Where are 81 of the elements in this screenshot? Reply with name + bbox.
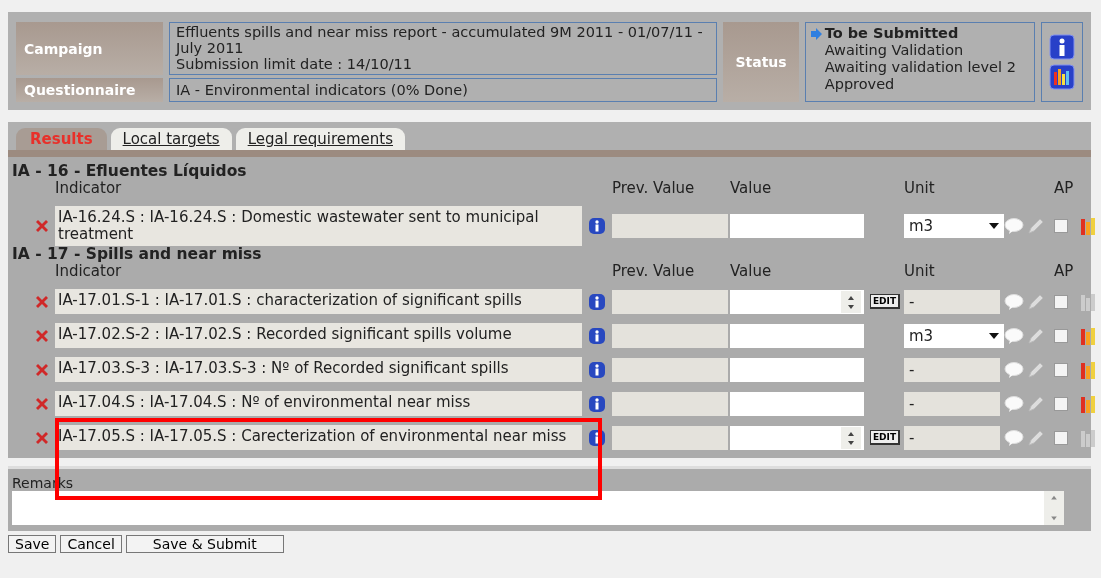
column-header: Indicator <box>55 263 123 280</box>
bar-chart-icon[interactable] <box>1080 216 1098 236</box>
indicator-name: IA-17.01.S-1 : IA-17.01.S : characterization of significant spills <box>55 289 582 314</box>
indicator-name: IA-17.03.S-3 : IA-17.03.S-3 : Nº of Recorded significant spills <box>55 357 582 382</box>
info-icon[interactable] <box>588 394 606 413</box>
info-icon[interactable] <box>588 292 606 311</box>
column-header: Unit <box>904 180 936 197</box>
info-icon[interactable] <box>1049 34 1076 60</box>
caret-icon <box>989 223 999 229</box>
value-field[interactable] <box>730 425 864 450</box>
section-title: IA - 17 - Spills and near miss <box>12 246 263 263</box>
tab[interactable]: Legal requirements <box>235 128 405 150</box>
pencil-icon[interactable] <box>1026 292 1046 311</box>
scrollbar-arrows-icon[interactable] <box>1044 491 1064 525</box>
bar-chart-icon[interactable] <box>1080 359 1098 380</box>
pencil-icon[interactable] <box>1026 326 1046 345</box>
speech-bubble-icon[interactable] <box>1004 292 1024 311</box>
indicator-name: IA-16.24.S : IA-16.24.S : Domestic wastewater sent to municipal treatment <box>55 206 582 246</box>
tab[interactable]: Local targets <box>110 128 232 150</box>
ap-checkbox[interactable] <box>1054 328 1068 343</box>
value-field[interactable] <box>730 323 864 348</box>
pencil-icon[interactable] <box>1026 428 1046 447</box>
info-icon[interactable] <box>588 217 606 235</box>
questionnaire-value: IA - Environmental indicators (0% Done) <box>169 78 718 102</box>
value-field[interactable] <box>730 391 864 416</box>
unit-value: m3 <box>909 326 934 345</box>
info-icon[interactable] <box>588 360 606 379</box>
column-header: AP <box>1054 263 1075 280</box>
value-field[interactable] <box>730 289 864 314</box>
speech-bubble-icon[interactable] <box>1004 394 1024 413</box>
status-option: Awaiting validation level 2 <box>824 59 1016 76</box>
caret-icon <box>989 332 999 339</box>
unit-field: - <box>904 425 1000 450</box>
speech-bubble-icon[interactable] <box>1004 360 1024 379</box>
ap-checkbox[interactable] <box>1054 362 1068 377</box>
value-field[interactable] <box>730 214 864 238</box>
bar-chart-icon[interactable] <box>1080 325 1098 346</box>
bar-chart-icon[interactable] <box>1080 393 1098 414</box>
section-title: IA - 16 - Efluentes Líquidos <box>12 163 248 180</box>
submission-limit-date: Submission limit date : 14/10/11 <box>176 56 413 72</box>
edit-button[interactable]: EDIT <box>869 294 901 309</box>
status-option: Approved <box>824 76 895 93</box>
column-header: Indicator <box>55 180 123 197</box>
pencil-icon[interactable] <box>1026 217 1046 235</box>
unit-field: - <box>904 357 1000 382</box>
column-header: Value <box>730 263 773 280</box>
speech-bubble-icon[interactable] <box>1004 217 1024 235</box>
form-button[interactable]: Cancel <box>60 535 122 553</box>
status-option: To be Submitted <box>824 25 959 42</box>
indicator-name: IA-17.02.S-2 : IA-17.02.S : Recorded significant spills volume <box>55 323 582 348</box>
info-icon[interactable] <box>588 326 606 345</box>
column-header: Prev. Value <box>612 180 696 197</box>
pencil-icon[interactable] <box>1026 394 1046 413</box>
column-header: Prev. Value <box>612 263 696 280</box>
bar-chart-icon[interactable] <box>1049 64 1076 90</box>
campaign-name: Effluents spills and near miss report - accumulated 9M 2011 - 01/07/11 - July 2011 <box>176 24 704 56</box>
status-label: Status <box>723 22 799 102</box>
ap-checkbox[interactable] <box>1054 430 1068 445</box>
unit-field: - <box>904 289 1000 314</box>
column-header: Unit <box>904 263 936 280</box>
pencil-icon[interactable] <box>1026 360 1046 379</box>
unit-value: m3 <box>909 217 934 235</box>
speech-bubble-icon[interactable] <box>1004 428 1024 447</box>
ap-checkbox[interactable] <box>1054 396 1068 411</box>
campaign-label: Campaign <box>16 22 163 75</box>
unit-dropdown[interactable]: m3 <box>904 214 1004 238</box>
edit-button[interactable]: EDIT <box>869 430 901 445</box>
ap-checkbox[interactable] <box>1054 294 1068 309</box>
unit-dropdown[interactable]: m3 <box>904 323 1004 348</box>
status-option: Awaiting Validation <box>824 42 964 59</box>
form-button[interactable]: Save <box>8 535 57 553</box>
column-header: AP <box>1054 180 1075 197</box>
indicator-name: IA-17.04.S : IA-17.04.S : Nº of environmental near miss <box>55 391 582 416</box>
column-header: Value <box>730 180 773 197</box>
questionnaire-label: Questionnaire <box>16 78 163 102</box>
value-field[interactable] <box>730 357 864 382</box>
unit-field: - <box>904 391 1000 416</box>
form-button[interactable]: Save & Submit <box>125 535 284 553</box>
ap-checkbox[interactable] <box>1054 219 1068 233</box>
remarks-field[interactable] <box>12 491 1064 525</box>
speech-bubble-icon[interactable] <box>1004 326 1024 345</box>
